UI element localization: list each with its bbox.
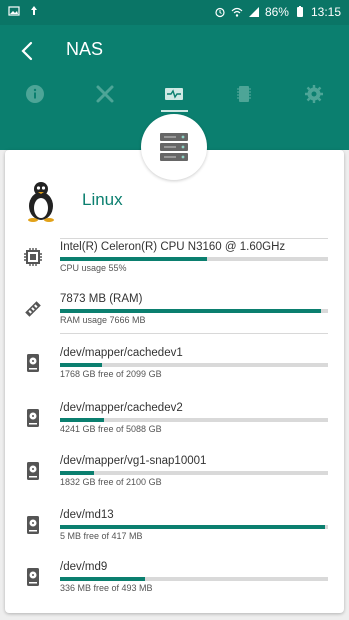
disk-free-text: 4241 GB free of 5088 GB (60, 424, 162, 434)
ram-usage-text: RAM usage 7666 MB (60, 315, 146, 325)
ram-row: 7873 MB (RAM) RAM usage 7666 MB (5, 293, 344, 337)
ram-stick-icon (25, 301, 41, 317)
disk-usage-fill (60, 363, 103, 367)
server-rack-icon (160, 133, 188, 161)
tab-monitor[interactable] (140, 76, 210, 112)
tab-bar (0, 76, 349, 112)
monitor-icon (165, 88, 184, 100)
disk-row: /dev/md13 5 MB free of 417 MB (5, 509, 344, 553)
battery-percent: 86% (264, 5, 289, 19)
image-icon (8, 6, 20, 16)
storage-icon (237, 86, 252, 102)
disk-path: /dev/mapper/cachedev1 (60, 347, 183, 359)
hard-disk-icon (27, 568, 39, 586)
hard-disk-icon (27, 409, 39, 427)
disk-usage-bar (60, 577, 328, 581)
nas-server-badge (141, 114, 207, 180)
back-button[interactable] (14, 37, 42, 65)
cpu-usage-bar (60, 257, 328, 261)
cpu-chip-icon (24, 248, 42, 266)
tab-info[interactable] (0, 76, 70, 112)
battery-icon (296, 6, 303, 17)
disk-usage-bar (60, 525, 328, 529)
disk-path: /dev/mapper/cachedev2 (60, 402, 183, 414)
alarm-icon (215, 7, 225, 18)
back-arrow-icon (21, 41, 33, 61)
ram-total: 7873 MB (RAM) (60, 293, 143, 305)
disk-path: /dev/md13 (60, 509, 114, 521)
disk-usage-fill (60, 418, 105, 422)
disk-usage-bar (60, 471, 328, 475)
cpu-usage-text: CPU usage 55% (60, 263, 127, 273)
disk-usage-fill (60, 525, 325, 529)
disk-usage-fill (60, 471, 95, 475)
clock: 13:15 (310, 5, 341, 19)
hard-disk-icon (27, 462, 39, 480)
wifi-icon (231, 7, 243, 17)
disk-free-text: 336 MB free of 493 MB (60, 583, 153, 593)
disk-usage-fill (60, 577, 146, 581)
cpu-name: Intel(R) Celeron(R) CPU N3160 @ 1.60GHz (60, 241, 286, 253)
disk-usage-bar (60, 363, 328, 367)
disk-row: /dev/mapper/cachedev1 1768 GB free of 20… (5, 347, 344, 391)
tab-tools[interactable] (70, 76, 140, 112)
tools-icon (96, 85, 114, 103)
tab-storage[interactable] (209, 76, 279, 112)
disk-usage-bar (60, 418, 328, 422)
linux-tux-icon (28, 182, 54, 222)
divider (60, 238, 328, 239)
upload-icon (31, 6, 37, 15)
disk-row: /dev/md9 336 MB free of 493 MB (5, 561, 344, 605)
signal-icon (248, 7, 259, 17)
disk-path: /dev/mapper/vg1-snap10001 (60, 455, 207, 467)
info-icon (25, 85, 44, 103)
disk-row: /dev/mapper/vg1-snap10001 1832 GB free o… (5, 455, 344, 499)
disk-path: /dev/md9 (60, 561, 108, 573)
status-bar: 86% 13:15 (0, 0, 349, 25)
system-info-card: Linux Intel(R) Celeron(R) CPU N3160 @ 1.… (5, 150, 344, 613)
cpu-usage-fill (60, 257, 208, 261)
settings-icon (305, 85, 324, 103)
disk-free-text: 1832 GB free of 2100 GB (60, 477, 162, 487)
cpu-row: Intel(R) Celeron(R) CPU N3160 @ 1.60GHz … (5, 241, 344, 285)
disk-row: /dev/mapper/cachedev2 4241 GB free of 50… (5, 402, 344, 446)
page-title: NAS (66, 39, 104, 59)
hard-disk-icon (27, 354, 39, 372)
ram-usage-bar (60, 309, 328, 313)
disk-free-text: 5 MB free of 417 MB (60, 531, 143, 541)
disk-free-text: 1768 GB free of 2099 GB (60, 369, 162, 379)
tab-settings[interactable] (279, 76, 349, 112)
os-name: Linux (82, 190, 123, 209)
app-bar: NAS (0, 25, 349, 75)
divider (60, 333, 328, 334)
ram-usage-fill (60, 309, 322, 313)
hard-disk-icon (27, 516, 39, 534)
